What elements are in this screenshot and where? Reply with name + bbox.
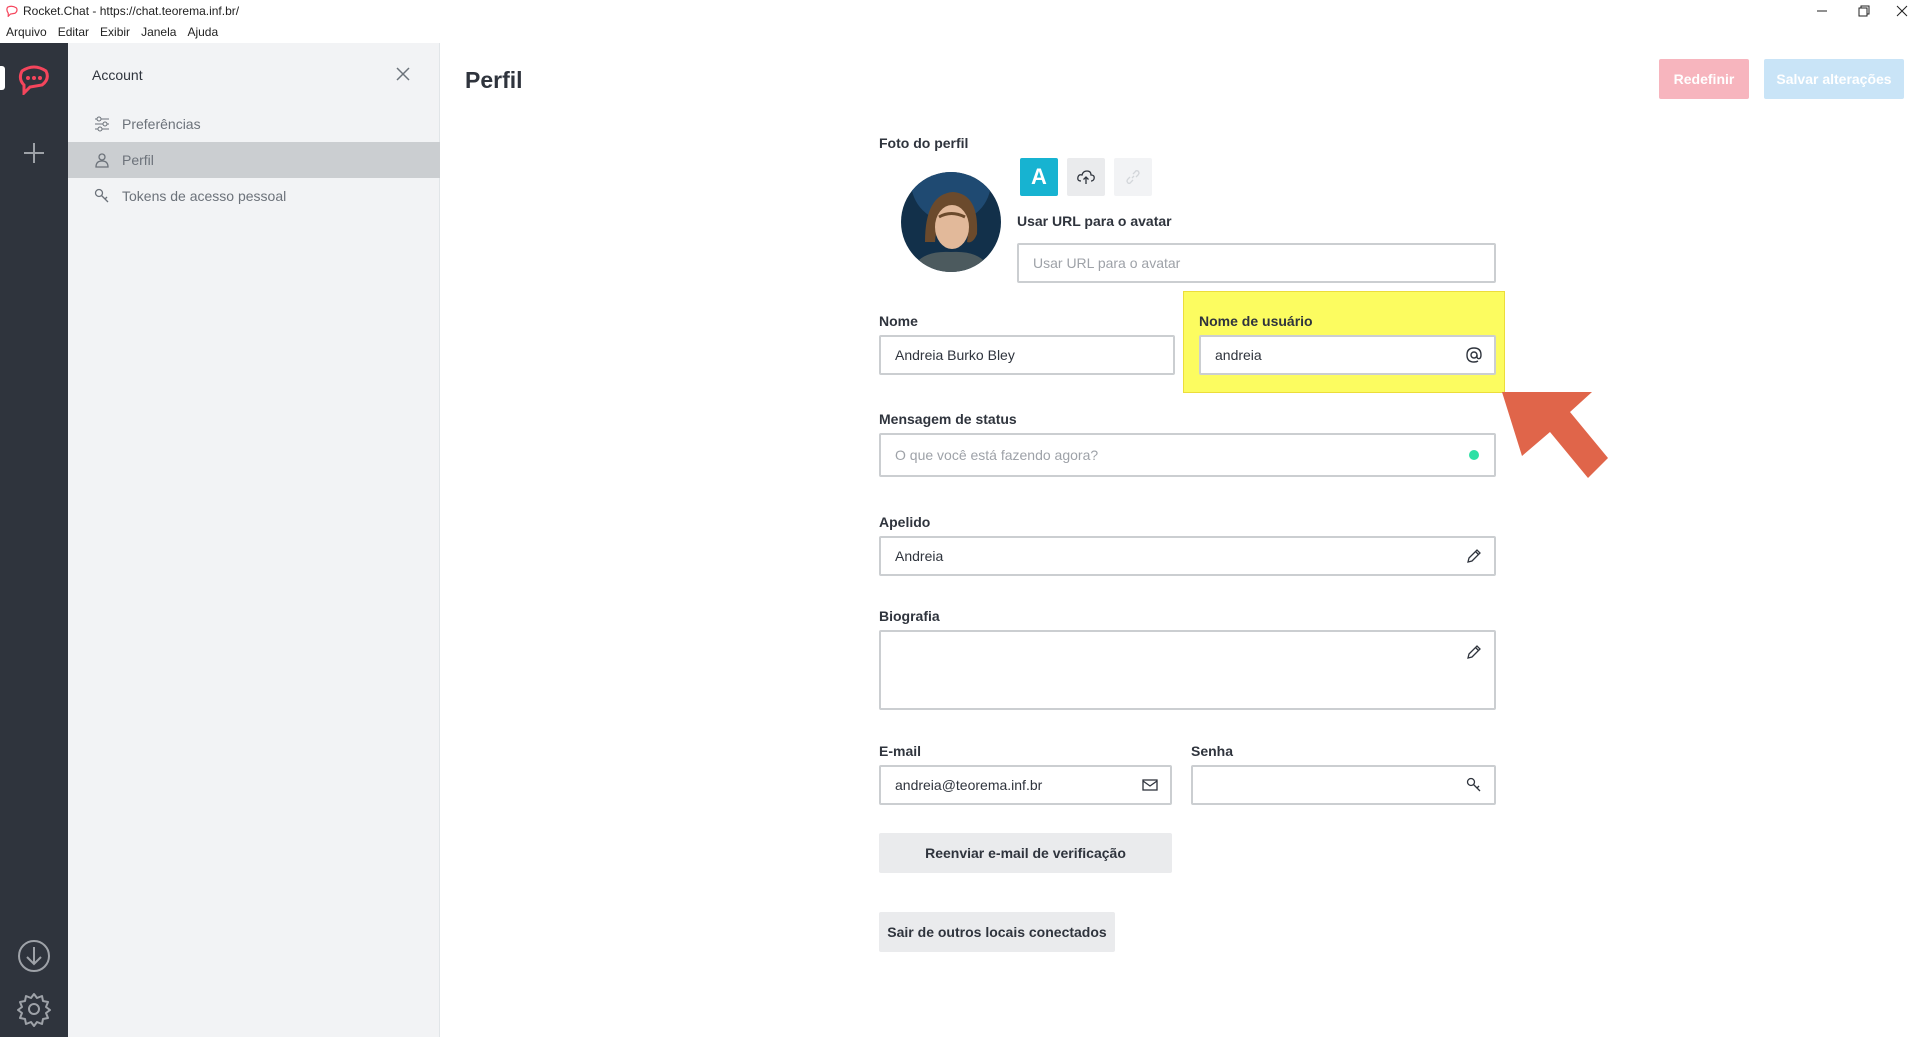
minimize-icon (1817, 10, 1827, 12)
downloads-icon[interactable] (16, 938, 52, 974)
avatar-url-label: Usar URL para o avatar (1017, 213, 1172, 229)
user-icon (94, 152, 110, 168)
default-avatar-letter-button[interactable]: A (1020, 158, 1058, 196)
sliders-icon (94, 116, 110, 132)
close-window-button[interactable] (1884, 0, 1920, 22)
profile-photo-label: Foto do perfil (879, 135, 969, 151)
rocketchat-server-icon[interactable] (16, 63, 52, 95)
logout-other-sessions-button[interactable]: Sair de outros locais conectados (879, 912, 1115, 952)
username-input[interactable]: andreia (1199, 335, 1496, 375)
sidebar-item-label: Perfil (122, 152, 154, 168)
pencil-icon (1454, 640, 1494, 664)
sidebar-item-perfil[interactable]: Perfil (68, 142, 440, 178)
nickname-input[interactable]: Andreia (879, 536, 1496, 576)
sidebar-item-tokens[interactable]: Tokens de acesso pessoal (68, 178, 440, 214)
sidebar-title: Account (92, 67, 143, 83)
reset-button[interactable]: Redefinir (1659, 59, 1749, 99)
close-icon (1896, 5, 1908, 17)
link-avatar-button[interactable] (1114, 158, 1152, 196)
link-icon (1126, 170, 1140, 184)
avatar-url-input[interactable]: Usar URL para o avatar (1017, 243, 1496, 283)
status-message-input[interactable]: O que você está fazendo agora? (879, 433, 1496, 477)
menu-arquivo[interactable]: Arquivo (6, 25, 47, 43)
profile-avatar[interactable] (901, 172, 1001, 272)
key-icon (1454, 767, 1494, 803)
upload-avatar-button[interactable] (1067, 158, 1105, 196)
window-title: Rocket.Chat - https://chat.teorema.inf.b… (23, 4, 240, 18)
sidebar-item-preferencias[interactable]: Preferências (68, 106, 440, 142)
rocketchat-app-icon (6, 5, 18, 17)
annotation-arrow (1502, 392, 1608, 478)
username-value: andreia (1215, 347, 1262, 363)
page-title: Perfil (465, 67, 523, 93)
close-icon (396, 67, 410, 81)
restore-icon (1858, 5, 1870, 17)
email-value: andreia@teorema.inf.br (895, 777, 1043, 793)
password-label: Senha (1191, 743, 1234, 759)
restore-button[interactable] (1842, 0, 1886, 22)
key-icon (94, 188, 110, 204)
at-sign-icon (1454, 337, 1494, 373)
status-message-placeholder: O que você está fazendo agora? (895, 447, 1099, 463)
menu-ajuda[interactable]: Ajuda (187, 25, 218, 43)
add-server-icon[interactable] (20, 139, 48, 167)
sidebar-item-label: Preferências (122, 116, 201, 132)
email-input[interactable]: andreia@teorema.inf.br (879, 765, 1172, 805)
email-label: E-mail (879, 743, 922, 759)
minimize-button[interactable] (1800, 0, 1844, 22)
settings-gear-icon[interactable] (16, 991, 52, 1027)
menu-bar: Arquivo Editar Exibir Janela Ajuda (0, 22, 1920, 43)
mail-icon (1130, 767, 1170, 803)
name-label: Nome (879, 313, 918, 329)
bio-label: Biografia (879, 608, 940, 624)
active-server-marker (0, 66, 5, 90)
pencil-icon (1454, 538, 1494, 574)
save-changes-button[interactable]: Salvar alterações (1764, 59, 1904, 99)
window-titlebar: Rocket.Chat - https://chat.teorema.inf.b… (0, 0, 1920, 22)
name-input[interactable]: Andreia Burko Bley (879, 335, 1175, 375)
name-value: Andreia Burko Bley (895, 347, 1015, 363)
nickname-value: Andreia (895, 548, 944, 564)
menu-editar[interactable]: Editar (58, 25, 89, 43)
menu-exibir[interactable]: Exibir (100, 25, 130, 43)
avatar-url-placeholder: Usar URL para o avatar (1033, 255, 1181, 271)
account-sidebar: Account Preferências Perfil Tokens de ac… (68, 43, 440, 1037)
nickname-label: Apelido (879, 514, 931, 530)
menu-janela[interactable]: Janela (141, 25, 176, 43)
avatar-photo (901, 172, 1001, 272)
status-online-dot[interactable] (1454, 435, 1494, 475)
status-message-label: Mensagem de status (879, 411, 1017, 427)
server-rail (0, 43, 68, 1037)
resend-verification-button[interactable]: Reenviar e-mail de verificação (879, 833, 1172, 873)
username-label: Nome de usuário (1199, 313, 1313, 329)
password-input[interactable] (1191, 765, 1496, 805)
sidebar-item-label: Tokens de acesso pessoal (122, 188, 287, 204)
avatar-letter: A (1031, 164, 1047, 189)
bio-textarea[interactable] (879, 630, 1496, 710)
cloud-upload-icon (1077, 170, 1095, 184)
sidebar-close-button[interactable] (392, 63, 414, 85)
